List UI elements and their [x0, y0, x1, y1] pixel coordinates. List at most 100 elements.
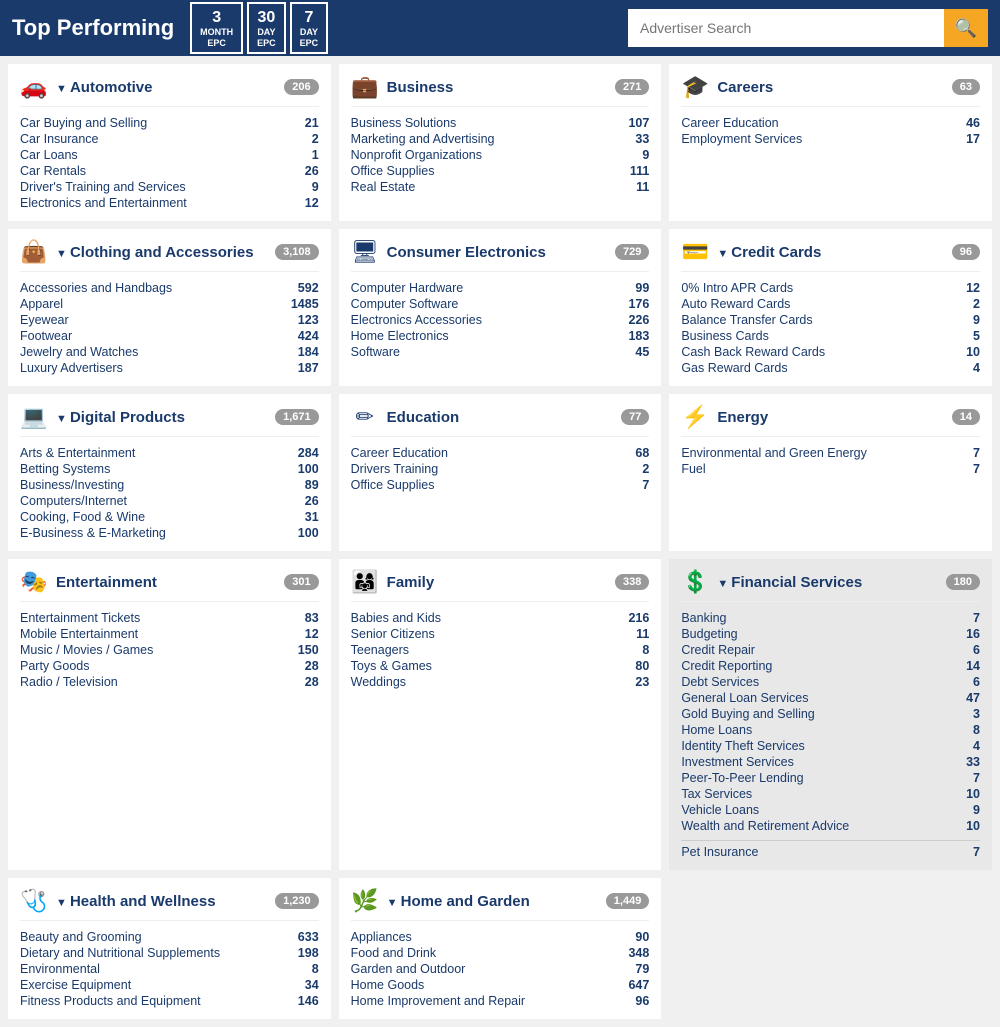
category-link[interactable]: Balance Transfer Cards: [681, 313, 812, 327]
category-title-education[interactable]: Education: [387, 409, 613, 426]
category-link[interactable]: Teenagers: [351, 643, 409, 657]
expand-arrow-home-garden[interactable]: ▼: [387, 897, 401, 909]
category-link[interactable]: Jewelry and Watches: [20, 345, 138, 359]
category-link[interactable]: Office Supplies: [351, 478, 435, 492]
category-link[interactable]: Home Electronics: [351, 329, 449, 343]
category-link[interactable]: Appliances: [351, 930, 412, 944]
category-link[interactable]: Music / Movies / Games: [20, 643, 153, 657]
category-title-business[interactable]: Business: [387, 79, 607, 96]
category-link[interactable]: Cash Back Reward Cards: [681, 345, 825, 359]
category-link[interactable]: Cooking, Food & Wine: [20, 510, 145, 524]
expand-arrow-health-wellness[interactable]: ▼: [56, 897, 70, 909]
category-link[interactable]: Luxury Advertisers: [20, 361, 123, 375]
category-link[interactable]: Arts & Entertainment: [20, 446, 135, 460]
category-title-financial-services[interactable]: ▼ Financial Services: [717, 574, 937, 591]
category-link[interactable]: Footwear: [20, 329, 72, 343]
category-link[interactable]: Home Goods: [351, 978, 425, 992]
category-link[interactable]: Computer Hardware: [351, 281, 464, 295]
category-link[interactable]: Fuel: [681, 462, 705, 476]
category-link[interactable]: Babies and Kids: [351, 611, 441, 625]
category-link[interactable]: Home Loans: [681, 723, 752, 737]
category-title-family[interactable]: Family: [387, 574, 607, 591]
category-link[interactable]: Debt Services: [681, 675, 759, 689]
category-link[interactable]: Party Goods: [20, 659, 89, 673]
category-link[interactable]: Auto Reward Cards: [681, 297, 790, 311]
category-link[interactable]: Office Supplies: [351, 164, 435, 178]
category-link[interactable]: Real Estate: [351, 180, 416, 194]
expand-arrow-financial-services[interactable]: ▼: [717, 578, 731, 590]
category-link[interactable]: Peer-To-Peer Lending: [681, 771, 803, 785]
category-link[interactable]: Career Education: [681, 116, 778, 130]
category-link[interactable]: Driver's Training and Services: [20, 180, 186, 194]
category-link[interactable]: Environmental: [20, 962, 100, 976]
category-title-credit-cards[interactable]: ▼ Credit Cards: [717, 244, 943, 261]
category-link[interactable]: Business Solutions: [351, 116, 457, 130]
category-link[interactable]: Computer Software: [351, 297, 459, 311]
category-link[interactable]: Gas Reward Cards: [681, 361, 787, 375]
expand-arrow-credit-cards[interactable]: ▼: [717, 248, 731, 260]
category-link[interactable]: Investment Services: [681, 755, 794, 769]
category-link[interactable]: Electronics Accessories: [351, 313, 482, 327]
category-link[interactable]: Employment Services: [681, 132, 802, 146]
category-link[interactable]: Business Cards: [681, 329, 769, 343]
search-button[interactable]: 🔍: [944, 9, 988, 47]
category-link[interactable]: Apparel: [20, 297, 63, 311]
epc-30day-button[interactable]: 30DAYEPC: [247, 2, 286, 55]
category-link[interactable]: Accessories and Handbags: [20, 281, 172, 295]
category-link[interactable]: Eyewear: [20, 313, 69, 327]
category-link[interactable]: Marketing and Advertising: [351, 132, 495, 146]
category-link[interactable]: Credit Repair: [681, 643, 755, 657]
expand-arrow-automotive[interactable]: ▼: [56, 83, 70, 95]
category-link[interactable]: Nonprofit Organizations: [351, 148, 482, 162]
category-title-energy[interactable]: Energy: [717, 409, 943, 426]
epc-7day-button[interactable]: 7DAYEPC: [290, 2, 329, 55]
search-input[interactable]: [628, 9, 944, 47]
category-link[interactable]: Car Insurance: [20, 132, 99, 146]
category-title-clothing[interactable]: ▼ Clothing and Accessories: [56, 244, 267, 261]
category-title-health-wellness[interactable]: ▼ Health and Wellness: [56, 893, 267, 910]
category-link[interactable]: Car Loans: [20, 148, 78, 162]
category-link[interactable]: Toys & Games: [351, 659, 432, 673]
category-link[interactable]: Tax Services: [681, 787, 752, 801]
category-title-careers[interactable]: Careers: [717, 79, 943, 96]
category-link[interactable]: Drivers Training: [351, 462, 439, 476]
category-link[interactable]: Dietary and Nutritional Supplements: [20, 946, 220, 960]
category-link[interactable]: Business/Investing: [20, 478, 124, 492]
category-link[interactable]: Mobile Entertainment: [20, 627, 138, 641]
category-title-home-garden[interactable]: ▼ Home and Garden: [387, 893, 598, 910]
category-link[interactable]: Radio / Television: [20, 675, 118, 689]
category-title-consumer-electronics[interactable]: Consumer Electronics: [387, 244, 607, 261]
expand-arrow-digital-products[interactable]: ▼: [56, 413, 70, 425]
expand-arrow-clothing[interactable]: ▼: [56, 248, 70, 260]
category-link[interactable]: Computers/Internet: [20, 494, 127, 508]
category-link[interactable]: Banking: [681, 611, 726, 625]
category-link[interactable]: Credit Reporting: [681, 659, 772, 673]
category-link[interactable]: Betting Systems: [20, 462, 110, 476]
category-link[interactable]: Beauty and Grooming: [20, 930, 142, 944]
category-link[interactable]: Budgeting: [681, 627, 737, 641]
category-link[interactable]: Garden and Outdoor: [351, 962, 466, 976]
category-link[interactable]: E-Business & E-Marketing: [20, 526, 166, 540]
category-link[interactable]: Wealth and Retirement Advice: [681, 819, 849, 833]
category-title-digital-products[interactable]: ▼ Digital Products: [56, 409, 267, 426]
category-link[interactable]: Electronics and Entertainment: [20, 196, 187, 210]
category-link[interactable]: General Loan Services: [681, 691, 808, 705]
category-link[interactable]: Gold Buying and Selling: [681, 707, 814, 721]
category-link[interactable]: Weddings: [351, 675, 406, 689]
category-link[interactable]: Environmental and Green Energy: [681, 446, 867, 460]
category-link[interactable]: Vehicle Loans: [681, 803, 759, 817]
category-link[interactable]: Food and Drink: [351, 946, 436, 960]
category-link[interactable]: Identity Theft Services: [681, 739, 804, 753]
category-link[interactable]: Senior Citizens: [351, 627, 435, 641]
category-link[interactable]: Career Education: [351, 446, 448, 460]
pet-insurance-link[interactable]: Pet Insurance: [681, 845, 758, 859]
category-link[interactable]: Car Rentals: [20, 164, 86, 178]
category-link[interactable]: Entertainment Tickets: [20, 611, 140, 625]
epc-3month-button[interactable]: 3MONTHEPC: [190, 2, 243, 55]
category-link[interactable]: Car Buying and Selling: [20, 116, 147, 130]
category-title-entertainment[interactable]: Entertainment: [56, 574, 276, 591]
category-link[interactable]: Exercise Equipment: [20, 978, 131, 992]
category-link[interactable]: Home Improvement and Repair: [351, 994, 525, 1008]
category-link[interactable]: Fitness Products and Equipment: [20, 994, 201, 1008]
category-title-automotive[interactable]: ▼ Automotive: [56, 79, 276, 96]
